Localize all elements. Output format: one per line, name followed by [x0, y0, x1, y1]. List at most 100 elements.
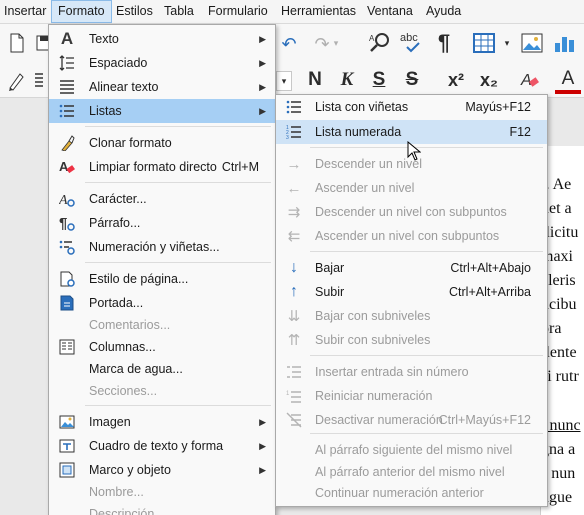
format-menu-estilo-de-pagina[interactable]: Estilo de página... — [49, 267, 275, 291]
font-size-dropdown-icon[interactable]: ▾ — [276, 71, 292, 91]
menu-herramientas[interactable]: Herramientas — [275, 0, 362, 23]
arrow-up-sub-icon: ⇈ — [287, 332, 301, 349]
arrow-right-icon: → — [286, 155, 302, 173]
lists-menu-bajar[interactable]: ↓ Bajar Ctrl+Alt+Abajo — [276, 256, 547, 280]
format-menu-texto[interactable]: A Texto ▶ — [49, 27, 275, 51]
format-menu-alinear-texto[interactable]: Alinear texto ▶ — [49, 75, 275, 99]
menu-item-shortcut: Ctrl+Alt+Abajo — [450, 261, 531, 275]
arrow-right-sub-icon: ⇉ — [287, 204, 301, 221]
italic-button[interactable]: K — [336, 68, 358, 92]
menu-insertar[interactable]: Insertar — [0, 0, 52, 23]
lists-menu-continuar-numeracion-anterior[interactable]: Continuar numeración anterior — [276, 481, 547, 505]
lists-menu-subir-con-subniveles[interactable]: ⇈ Subir con subniveles — [276, 328, 547, 352]
superscript-button[interactable]: x² — [443, 68, 469, 92]
menu-item-label: Reiniciar numeración — [315, 389, 433, 403]
format-menu-caracter[interactable]: A Carácter... — [49, 187, 275, 211]
table-icon[interactable] — [472, 32, 496, 54]
format-menu-cuadro-de-texto-y-forma[interactable]: Cuadro de texto y forma ▶ — [49, 434, 275, 458]
insert-image-icon[interactable] — [520, 32, 544, 54]
menu-item-label: Insertar entrada sin número — [315, 365, 469, 379]
format-menu-parrafo[interactable]: ¶ Párrafo... — [49, 211, 275, 235]
format-menu-secciones[interactable]: Secciones... — [49, 379, 275, 403]
menubar: Insertar Formato Estilos Tabla Formulari… — [0, 0, 584, 24]
svg-text:A: A — [369, 34, 375, 43]
format-menu-columnas[interactable]: Columnas... — [49, 335, 275, 359]
undo-icon[interactable]: ↶ — [280, 34, 298, 54]
menu-item-label: Columnas... — [89, 340, 156, 354]
redo-dropdown-icon[interactable]: ▾ — [331, 36, 341, 50]
lists-menu-ascender-un-nivel[interactable]: ← Ascender un nivel — [276, 176, 547, 200]
find-replace-icon[interactable]: A — [367, 31, 393, 55]
pilcrow-icon[interactable]: ¶ — [434, 30, 454, 55]
spelling-icon[interactable]: abc — [398, 30, 428, 56]
lists-menu-subir[interactable]: ↑ Subir Ctrl+Alt+Arriba — [276, 280, 547, 304]
menu-item-label: Continuar numeración anterior — [315, 486, 484, 500]
menu-item-label: Lista con viñetas — [315, 100, 409, 114]
lists-menu-lista-con-vinetas[interactable]: Lista con viñetas Mayús+F12 — [276, 95, 547, 119]
lists-menu-bajar-con-subniveles[interactable]: ⇊ Bajar con subniveles — [276, 304, 547, 328]
menu-formato[interactable]: Formato — [51, 0, 112, 23]
lists-menu-reiniciar-numeracion[interactable]: 1 Reiniciar numeración — [276, 384, 547, 408]
menu-separator — [310, 355, 543, 356]
format-menu-numeracion-y-vinetas[interactable]: Numeración y viñetas... — [49, 235, 275, 259]
format-menu-marco-y-objeto[interactable]: Marco y objeto ▶ — [49, 458, 275, 482]
arrow-up-icon: ↑ — [290, 283, 298, 300]
lists-menu-ascender-un-nivel-con-subpuntos[interactable]: ⇇ Ascender un nivel con subpuntos — [276, 224, 547, 248]
highlight-icon[interactable]: A — [518, 68, 542, 92]
menu-item-label: Estilo de página... — [89, 272, 189, 286]
menu-item-shortcut: Ctrl+M — [221, 160, 259, 174]
menu-item-label: Numeración y viñetas... — [89, 240, 220, 254]
menu-item-label: Portada... — [89, 296, 144, 310]
text-icon: A — [60, 29, 74, 48]
lists-menu-descender-un-nivel-con-subpuntos[interactable]: ⇉ Descender un nivel con subpuntos — [276, 200, 547, 224]
underline-button[interactable]: S — [368, 68, 390, 92]
bullets-numbering-icon — [58, 238, 76, 256]
insert-chart-icon[interactable] — [552, 32, 578, 54]
new-document-icon[interactable] — [6, 32, 28, 54]
menu-formulario[interactable]: Formulario — [202, 0, 274, 23]
lists-menu-al-parrafo-siguiente-del-mismo-nivel[interactable]: Al párrafo siguiente del mismo nivel — [276, 438, 547, 462]
styles-icon[interactable] — [6, 70, 26, 92]
arrow-down-icon: ↓ — [290, 259, 298, 276]
menu-ventana[interactable]: Ventana — [361, 0, 419, 23]
paragraph-style-icon[interactable] — [30, 70, 48, 92]
menu-item-label: Clonar formato — [89, 136, 172, 150]
menu-item-label: Al párrafo siguiente del mismo nivel — [315, 443, 513, 457]
menu-separator — [85, 262, 271, 263]
svg-text:A: A — [59, 193, 68, 207]
submenu-arrow-icon: ▶ — [259, 464, 266, 475]
format-menu-imagen[interactable]: Imagen ▶ — [49, 410, 275, 434]
format-menu-marca-de-agua[interactable]: Marca de agua... — [49, 357, 275, 381]
format-menu-clonar-formato[interactable]: Clonar formato — [49, 131, 275, 155]
lists-menu-insertar-entrada-sin-numero[interactable]: Insertar entrada sin número — [276, 360, 547, 384]
menu-estilos[interactable]: Estilos — [110, 0, 159, 23]
menu-ayuda[interactable]: Ayuda — [420, 0, 467, 23]
menu-item-label: Descender un nivel con subpuntos — [315, 205, 507, 219]
format-menu-listas[interactable]: Listas ▶ — [49, 99, 275, 123]
menu-item-label: Comentarios... — [89, 318, 171, 332]
menu-tabla[interactable]: Tabla — [158, 0, 200, 23]
format-menu-espaciado[interactable]: Espaciado ▶ — [49, 51, 275, 75]
menu-item-label: Marca de agua... — [89, 362, 183, 376]
menu-item-label: Bajar — [315, 261, 345, 275]
submenu-arrow-icon: ▶ — [259, 33, 266, 44]
bold-button[interactable]: N — [304, 68, 326, 92]
font-color-icon[interactable]: A — [556, 66, 580, 92]
format-menu-nombre[interactable]: Nombre... — [49, 480, 275, 504]
table-dropdown-icon[interactable]: ▾ — [502, 36, 512, 50]
menu-item-shortcut: F12 — [509, 125, 531, 139]
format-menu-limpiar-formato-directo[interactable]: A Limpiar formato directo Ctrl+M — [49, 155, 275, 179]
redo-icon[interactable]: ↷ — [313, 34, 331, 54]
format-menu-comentarios[interactable]: Comentarios... — [49, 313, 275, 337]
strikethrough-button[interactable]: S — [401, 68, 423, 92]
lists-menu-desactivar-numeracion[interactable]: Desactivar numeración Ctrl+Mayús+F12 — [276, 408, 547, 432]
menu-item-label: Lista numerada — [315, 125, 402, 139]
svg-text:3: 3 — [286, 135, 289, 140]
format-menu-portada[interactable]: Portada... — [49, 291, 275, 315]
subscript-button[interactable]: x₂ — [476, 68, 502, 92]
menu-item-label: Nombre... — [89, 485, 144, 499]
menu-item-label: Secciones... — [89, 384, 158, 398]
format-menu-descripcion[interactable]: Descripción... — [49, 502, 275, 515]
font-color-swatch — [555, 90, 581, 94]
menu-item-label: Limpiar formato directo — [89, 160, 217, 174]
